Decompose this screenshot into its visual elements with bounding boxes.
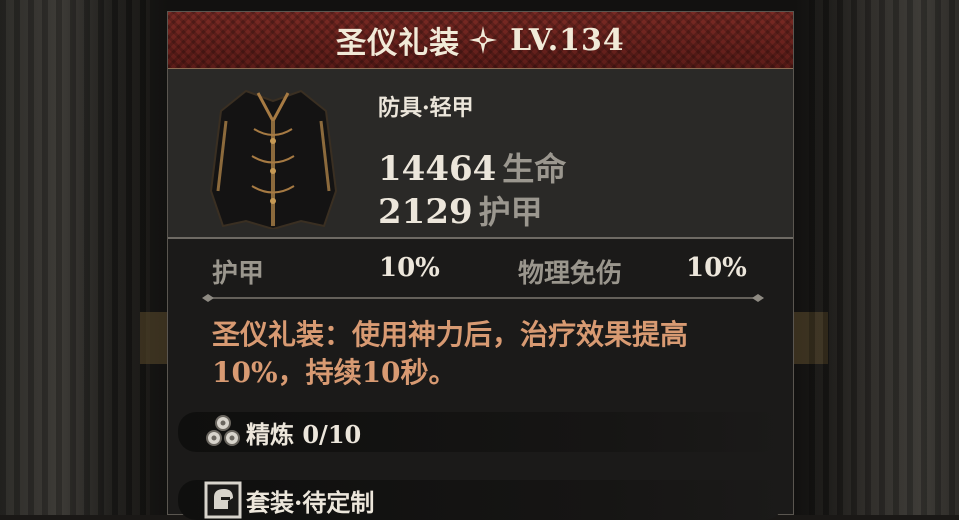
set-effect-description: 圣仪礼装：使用神力后，治疗效果提高 10%，持续10秒。 [212,316,772,392]
substat-armor-label: 护甲 [212,259,265,289]
background-ornament-right [792,312,828,364]
substat-phys-reduction-label: 物理免伤 [518,259,623,289]
item-header: 防具·轻甲 14464 生命 2129 护甲 [168,69,793,239]
item-level: LV.134 [510,22,625,58]
helmet-icon [204,481,242,519]
stat-health: 14464 生命 [378,144,566,190]
gem-cluster-icon [206,415,240,446]
stat-armor: 2129 护甲 [378,187,543,233]
stat-health-label: 生命 [502,150,567,188]
effect-line-2: 10%，持续10秒。 [212,356,457,389]
stat-armor-label: 护甲 [478,193,543,231]
substat-armor-value: 10% [379,253,440,283]
four-point-star-icon [469,26,498,54]
refine-label: 精炼 0/10 [246,419,362,449]
item-category: 防具·轻甲 [378,95,474,121]
jacket-armor-image [209,89,338,229]
background-ornament-left [140,312,170,364]
refine-slot[interactable]: 精炼 0/10 [178,412,783,452]
set-label: 套装·待定制 [246,487,375,517]
stat-armor-value: 2129 [378,192,473,232]
substat-phys-reduction-value: 10% [686,253,747,283]
ornamental-divider [202,294,764,302]
stat-health-value: 14464 [378,149,497,189]
effect-line-1: 圣仪礼装：使用神力后，治疗效果提高 [212,318,689,351]
item-name: 圣仪礼装 [336,26,461,61]
set-slot[interactable]: 套装·待定制 [178,480,783,520]
item-tooltip: 圣仪礼装 LV.134 防具·轻甲 14464 生命 2129 护甲 护甲 10… [167,11,794,520]
item-title-bar: 圣仪礼装 LV.134 [168,12,793,69]
